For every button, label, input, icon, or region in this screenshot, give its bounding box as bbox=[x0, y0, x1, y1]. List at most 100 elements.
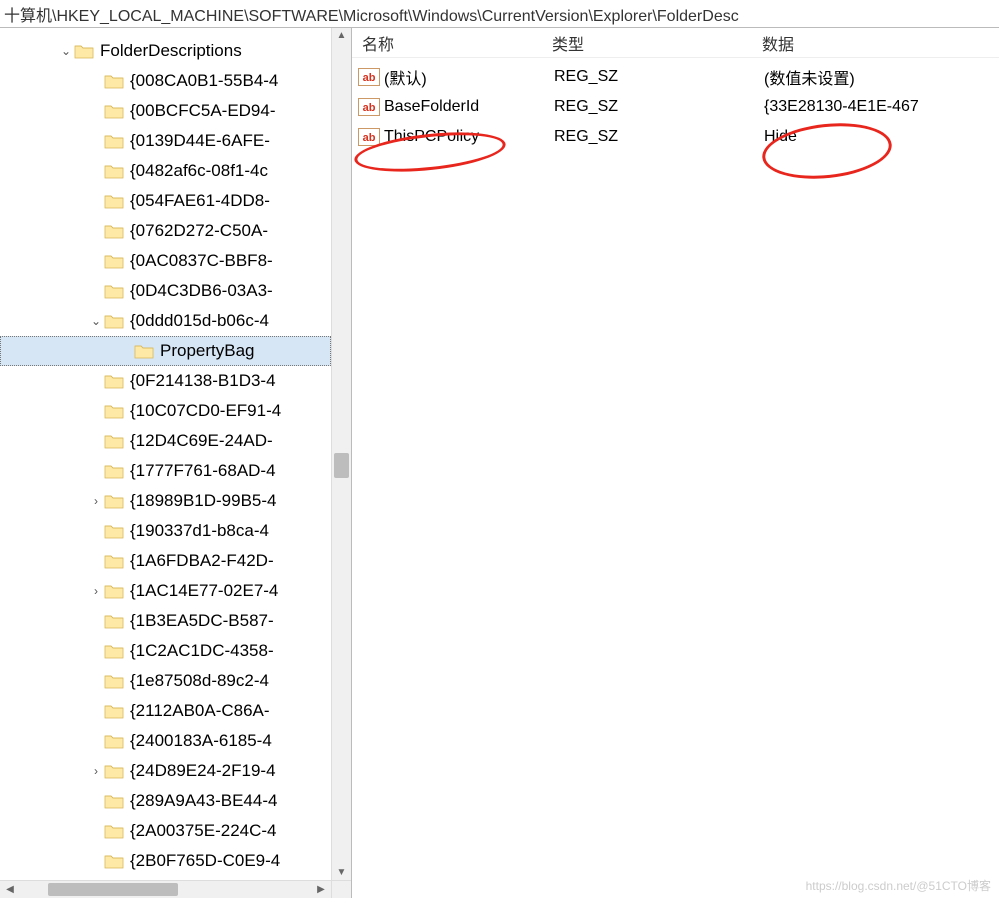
tree-item[interactable]: ·{1777F761-68AD-4 bbox=[0, 456, 331, 486]
tree-item[interactable]: ·{0F214138-B1D3-4 bbox=[0, 366, 331, 396]
value-type: REG_SZ bbox=[554, 68, 764, 86]
expand-toggle-icon[interactable]: ⌄ bbox=[88, 314, 104, 328]
tree-item[interactable]: ·{289A9A43-BE44-4 bbox=[0, 786, 331, 816]
tree-item[interactable]: › {24D89E24-2F19-4 bbox=[0, 756, 331, 786]
tree-item-label: {0AC0837C-BBF8- bbox=[130, 251, 273, 271]
folder-icon bbox=[104, 853, 124, 869]
expand-toggle-icon[interactable]: › bbox=[88, 764, 104, 778]
tree-item-label: {0D4C3DB6-03A3- bbox=[130, 281, 273, 301]
value-type: REG_SZ bbox=[554, 98, 764, 116]
tree-item[interactable]: ⌄ FolderDescriptions bbox=[0, 36, 331, 66]
tree-item[interactable]: ⌄ {0ddd015d-b06c-4 bbox=[0, 306, 331, 336]
tree-item-label: {1777F761-68AD-4 bbox=[130, 461, 276, 481]
tree-item-label: {1A6FDBA2-F42D- bbox=[130, 551, 274, 571]
column-header-name[interactable]: 名称 bbox=[352, 31, 552, 55]
list-panel: 名称 类型 数据 ab(默认)REG_SZ(数值未设置)abBaseFolder… bbox=[352, 28, 999, 898]
list-header[interactable]: 名称 类型 数据 bbox=[352, 28, 999, 58]
folder-icon bbox=[104, 613, 124, 629]
folder-icon bbox=[104, 793, 124, 809]
tree-item-label: {12D4C69E-24AD- bbox=[130, 431, 273, 451]
folder-icon bbox=[104, 253, 124, 269]
tree-item-label: {18989B1D-99B5-4 bbox=[130, 491, 277, 511]
scroll-corner bbox=[331, 880, 351, 898]
column-header-type[interactable]: 类型 bbox=[552, 31, 762, 55]
scroll-down-icon[interactable]: ▼ bbox=[332, 867, 351, 878]
tree-item-label: {1C2AC1DC-4358- bbox=[130, 641, 274, 661]
list-row[interactable]: abThisPCPolicyREG_SZHide bbox=[352, 122, 999, 152]
folder-icon bbox=[104, 103, 124, 119]
folder-icon bbox=[104, 733, 124, 749]
tree-item[interactable]: ·{10C07CD0-EF91-4 bbox=[0, 396, 331, 426]
tree-item-label: {1B3EA5DC-B587- bbox=[130, 611, 274, 631]
folder-icon bbox=[104, 133, 124, 149]
tree-item[interactable]: › {1AC14E77-02E7-4 bbox=[0, 576, 331, 606]
horizontal-scrollbar[interactable]: ◀ ▶ bbox=[0, 880, 331, 898]
tree-item-label: {2112AB0A-C86A- bbox=[130, 701, 270, 721]
tree-item[interactable]: ·{00BCFC5A-ED94- bbox=[0, 96, 331, 126]
vertical-scrollbar[interactable]: ▲ ▼ bbox=[331, 28, 351, 880]
value-name: BaseFolderId bbox=[384, 98, 554, 116]
string-value-icon: ab bbox=[358, 128, 380, 146]
folder-icon bbox=[104, 643, 124, 659]
tree-item[interactable]: ·{054FAE61-4DD8- bbox=[0, 186, 331, 216]
value-data: {33E28130-4E1E-467 bbox=[764, 98, 999, 116]
vertical-scroll-thumb[interactable] bbox=[334, 453, 349, 478]
tree-item[interactable]: ·{1C2AC1DC-4358- bbox=[0, 636, 331, 666]
tree-item[interactable]: ·{0482af6c-08f1-4c bbox=[0, 156, 331, 186]
tree-item-label: {2B0F765D-C0E9-4 bbox=[130, 851, 280, 871]
list-row[interactable]: ab(默认)REG_SZ(数值未设置) bbox=[352, 62, 999, 92]
svg-text:ab: ab bbox=[363, 102, 376, 114]
tree-item-label: {1AC14E77-02E7-4 bbox=[130, 581, 278, 601]
tree-item-label: {0139D44E-6AFE- bbox=[130, 131, 270, 151]
scroll-up-icon[interactable]: ▲ bbox=[332, 30, 351, 41]
tree-item-label: {10C07CD0-EF91-4 bbox=[130, 401, 281, 421]
tree-item[interactable]: ·{0AC0837C-BBF8- bbox=[0, 246, 331, 276]
tree-item[interactable]: ·{2112AB0A-C86A- bbox=[0, 696, 331, 726]
tree-item-label: {0ddd015d-b06c-4 bbox=[130, 311, 269, 331]
tree-item-label: {2400183A-6185-4 bbox=[130, 731, 272, 751]
folder-icon bbox=[134, 343, 154, 359]
folder-icon bbox=[104, 823, 124, 839]
folder-icon bbox=[104, 463, 124, 479]
tree-item-label: {0482af6c-08f1-4c bbox=[130, 161, 268, 181]
tree-item[interactable]: ·PropertyBag bbox=[0, 336, 331, 366]
tree-item[interactable]: ·{0762D272-C50A- bbox=[0, 216, 331, 246]
scroll-right-icon[interactable]: ▶ bbox=[313, 881, 329, 898]
string-value-icon: ab bbox=[358, 98, 380, 116]
value-data: Hide bbox=[764, 128, 999, 146]
value-name: (默认) bbox=[384, 65, 554, 89]
tree-item[interactable]: ·{1e87508d-89c2-4 bbox=[0, 666, 331, 696]
folder-icon bbox=[104, 523, 124, 539]
list-row[interactable]: ab BaseFolderIdREG_SZ{33E28130-4E1E-467 bbox=[352, 92, 999, 122]
tree-item[interactable]: ·{2400183A-6185-4 bbox=[0, 726, 331, 756]
folder-icon bbox=[104, 493, 124, 509]
tree-item-label: FolderDescriptions bbox=[100, 41, 242, 61]
tree-item[interactable]: ·{0D4C3DB6-03A3- bbox=[0, 276, 331, 306]
string-value-icon: ab bbox=[358, 68, 380, 86]
expand-toggle-icon[interactable]: › bbox=[88, 584, 104, 598]
tree-item[interactable]: ·{2B0F765D-C0E9-4 bbox=[0, 846, 331, 876]
folder-icon bbox=[104, 313, 124, 329]
horizontal-scroll-thumb[interactable] bbox=[48, 883, 178, 896]
tree-item-label: {24D89E24-2F19-4 bbox=[130, 761, 276, 781]
folder-icon bbox=[104, 763, 124, 779]
tree-panel: ⌄ FolderDescriptions ·{008CA0B1-55B4-4·{00… bbox=[0, 28, 352, 898]
tree-item[interactable]: ·{0139D44E-6AFE- bbox=[0, 126, 331, 156]
svg-text:ab: ab bbox=[363, 72, 376, 84]
tree-item-label: {054FAE61-4DD8- bbox=[130, 191, 270, 211]
tree-item[interactable]: ·{2A00375E-224C-4 bbox=[0, 816, 331, 846]
expand-toggle-icon[interactable]: › bbox=[88, 494, 104, 508]
address-bar[interactable]: 十算机\HKEY_LOCAL_MACHINE\SOFTWARE\Microsof… bbox=[0, 0, 999, 28]
tree-item[interactable]: ·{008CA0B1-55B4-4 bbox=[0, 66, 331, 96]
tree-item[interactable]: ·{190337d1-b8ca-4 bbox=[0, 516, 331, 546]
scroll-left-icon[interactable]: ◀ bbox=[2, 881, 18, 898]
tree-item-label: {0762D272-C50A- bbox=[130, 221, 268, 241]
tree-item[interactable]: › {18989B1D-99B5-4 bbox=[0, 486, 331, 516]
expand-toggle-icon[interactable]: ⌄ bbox=[58, 44, 74, 58]
tree-item[interactable]: ·{12D4C69E-24AD- bbox=[0, 426, 331, 456]
column-header-data[interactable]: 数据 bbox=[762, 31, 999, 55]
tree-item[interactable]: ·{1A6FDBA2-F42D- bbox=[0, 546, 331, 576]
tree-item[interactable]: ·{1B3EA5DC-B587- bbox=[0, 606, 331, 636]
folder-icon bbox=[104, 223, 124, 239]
folder-icon bbox=[104, 193, 124, 209]
